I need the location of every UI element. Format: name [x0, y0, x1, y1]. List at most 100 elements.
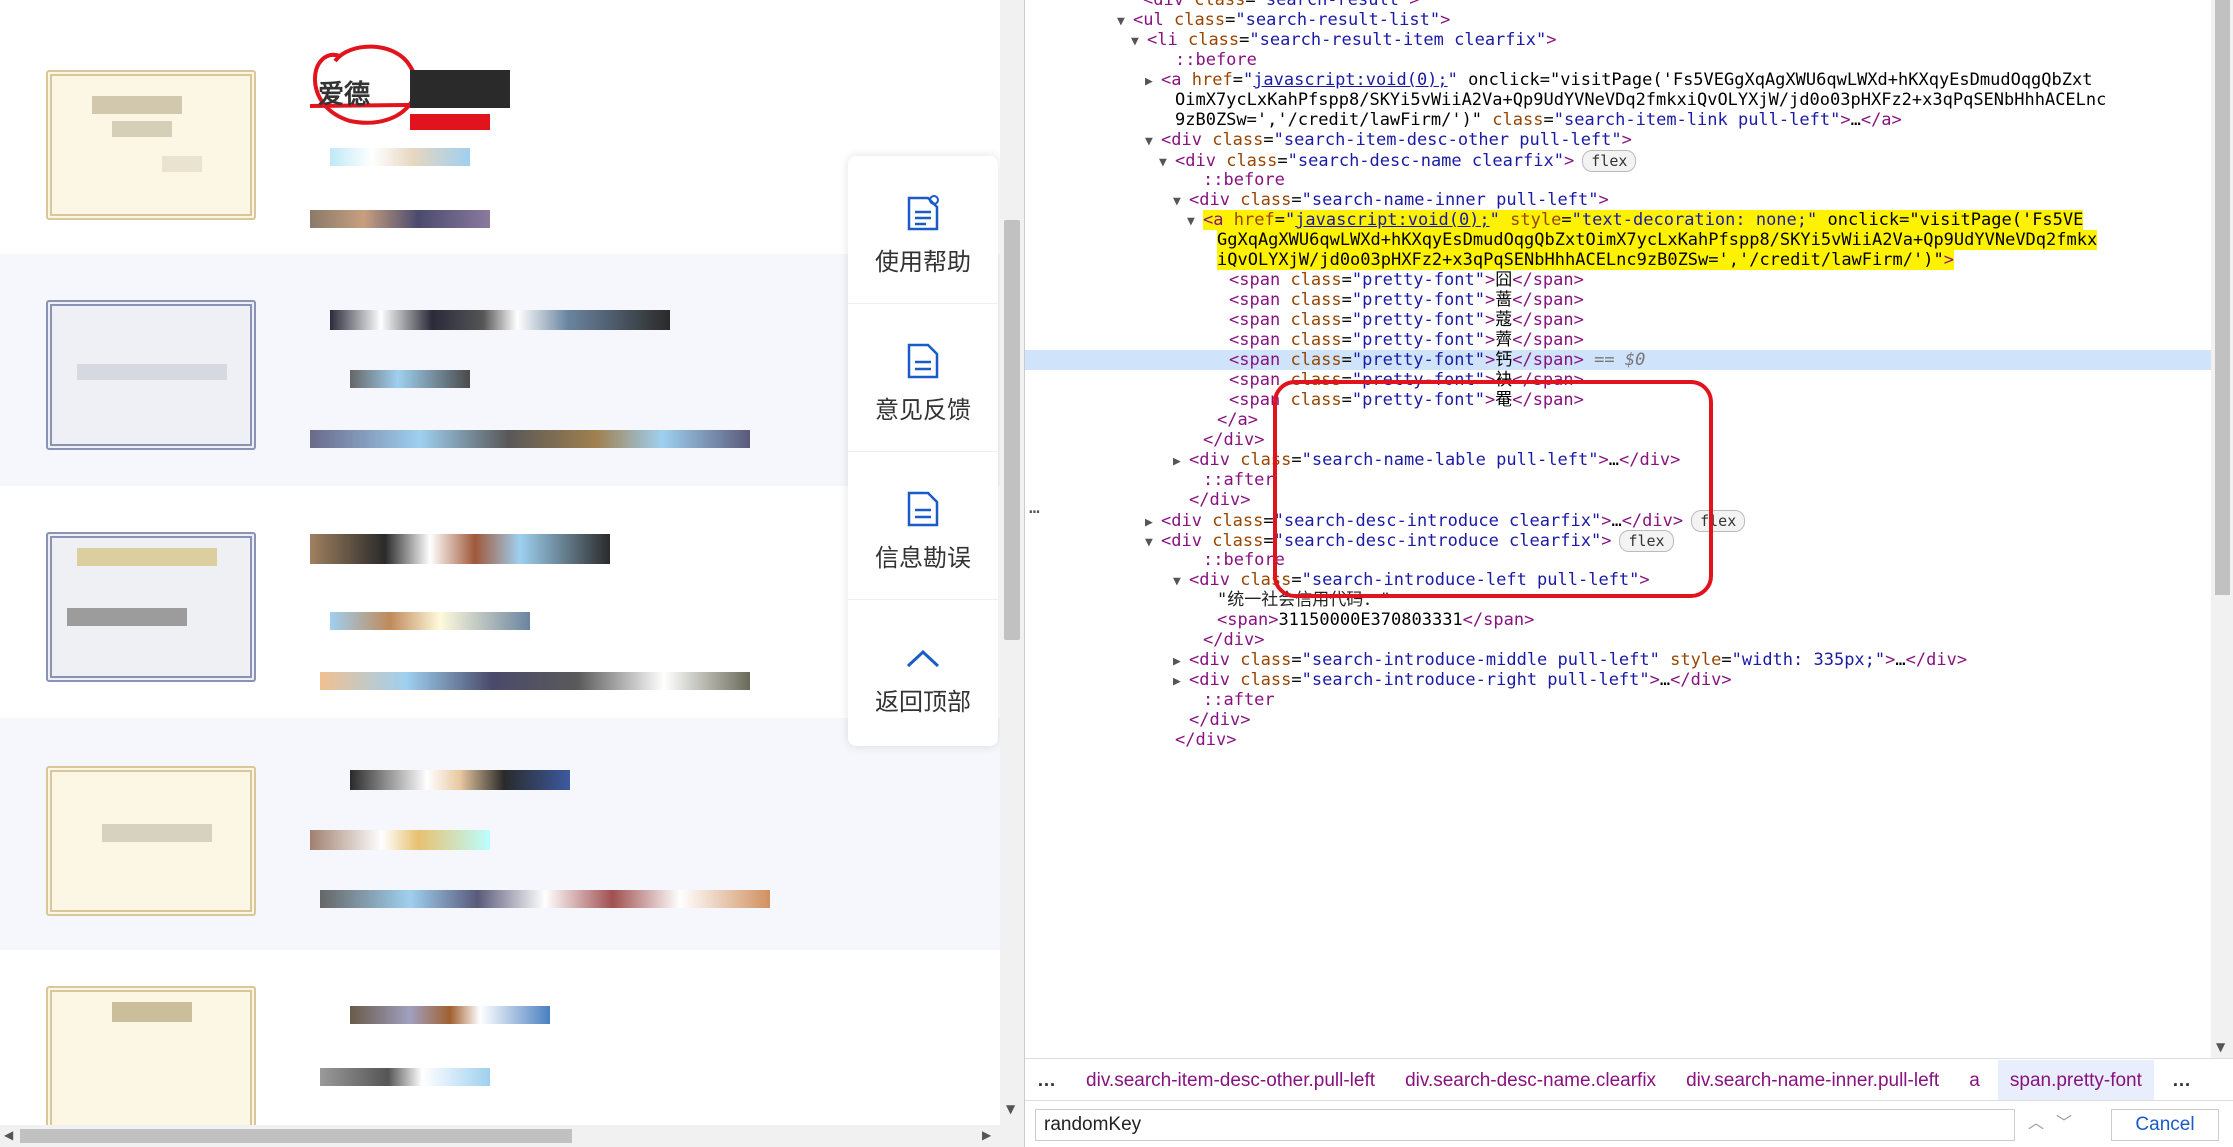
- scrollbar-thumb[interactable]: [1004, 220, 1020, 640]
- breadcrumb-ellipsis[interactable]: …: [1025, 1060, 1068, 1100]
- collapse-toggle-icon[interactable]: ▶: [1173, 652, 1189, 672]
- scrollbar-thumb[interactable]: [2215, 0, 2230, 595]
- dom-node[interactable]: ▶ <a href="javascript:void(0);" onclick="…: [1025, 70, 2211, 90]
- dom-node-text: <ul class="search-result-list">: [1133, 10, 1451, 30]
- flex-badge[interactable]: flex: [1582, 150, 1637, 172]
- search-next-icon[interactable]: ﹀: [2056, 1109, 2072, 1133]
- help-doc-icon: [907, 195, 939, 231]
- expand-toggle-icon[interactable]: ▼: [1117, 12, 1133, 32]
- back-to-top-button[interactable]: 返回顶部: [848, 600, 998, 748]
- redacted-text: [320, 1068, 490, 1086]
- result-item-5[interactable]: [0, 950, 1000, 1147]
- cancel-button[interactable]: Cancel: [2111, 1109, 2219, 1141]
- breadcrumb-item[interactable]: a: [1957, 1060, 1992, 1100]
- breadcrumb-more[interactable]: …: [2160, 1060, 2203, 1100]
- expand-toggle-icon[interactable]: ▼: [1173, 192, 1189, 212]
- help-label: 使用帮助: [875, 248, 971, 276]
- breadcrumb-item[interactable]: div.search-item-desc-other.pull-left: [1074, 1060, 1387, 1100]
- dom-node-text: ::before: [1175, 50, 1257, 70]
- dom-node[interactable]: ▼ <a href="javascript:void(0);" style="te…: [1025, 210, 2211, 230]
- result-title[interactable]: 爱德: [318, 74, 370, 111]
- dom-node[interactable]: iQvOLYXjW/jd0o03pHXFz2+x3qPqSENbHhhACELn…: [1025, 250, 2211, 270]
- dom-node[interactable]: <span>31150000E370803331</span>: [1025, 610, 2211, 630]
- dom-node[interactable]: ::before: [1025, 50, 2211, 70]
- dom-node-text: </div>: [1175, 730, 1237, 750]
- more-actions-icon[interactable]: …: [1029, 497, 1040, 518]
- redacted-text: [350, 770, 570, 790]
- help-button[interactable]: 使用帮助: [848, 156, 998, 304]
- dom-node-text: </div>: [1203, 630, 1265, 650]
- feedback-label: 意见反馈: [875, 396, 971, 424]
- certificate-thumbnail: [46, 986, 256, 1136]
- feedback-button[interactable]: 意见反馈: [848, 304, 998, 452]
- correction-doc-icon: [907, 491, 939, 527]
- redacted-text: [310, 430, 750, 448]
- dom-node[interactable]: GgXqAgXWU6qwLWXd+hKXqyEsDmudOqgQbZxtOimX…: [1025, 230, 2211, 250]
- red-box-annotation: [1273, 380, 1713, 598]
- dom-node-text: <div class="search-desc-name clearfix">: [1175, 151, 1575, 171]
- horizontal-scrollbar[interactable]: ◀ ▶: [0, 1125, 1000, 1147]
- dom-node-text: <a href="javascript:void(0);" onclick="v…: [1161, 70, 2093, 90]
- dom-node[interactable]: ▶ <div class="search-introduce-middle pul…: [1025, 650, 2211, 670]
- search-prev-icon[interactable]: ︿: [2028, 1109, 2044, 1133]
- dom-search-bar: ︿ ﹀ Cancel: [1025, 1100, 2233, 1147]
- dom-node[interactable]: ▼ <div class="search-name-inner pull-left…: [1025, 190, 2211, 210]
- correction-button[interactable]: 信息勘误: [848, 452, 998, 600]
- expand-toggle-icon[interactable]: ▼: [1173, 572, 1189, 592]
- dom-node[interactable]: ▼ <div class="search-desc-name clearfix">…: [1025, 150, 2211, 172]
- expand-toggle-icon[interactable]: ▼: [1187, 212, 1203, 232]
- dom-node[interactable]: ::before: [1025, 170, 2211, 190]
- expand-toggle-icon[interactable]: ▼: [1145, 132, 1161, 152]
- scroll-down-icon[interactable]: ▼: [1006, 1102, 1015, 1116]
- collapse-toggle-icon[interactable]: ▶: [1173, 672, 1189, 692]
- expand-toggle-icon[interactable]: ▼: [1131, 32, 1147, 52]
- scroll-right-icon[interactable]: ▶: [982, 1128, 991, 1142]
- back-to-top-label: 返回顶部: [875, 688, 971, 716]
- dom-node-text: </div>: [1189, 490, 1251, 510]
- scroll-down-icon[interactable]: ▼: [2216, 1040, 2225, 1054]
- dom-node[interactable]: ▼ <ul class="search-result-list">: [1025, 10, 2211, 30]
- dom-node-text: <div class="search-introduce-middle pull…: [1189, 650, 1968, 670]
- search-input[interactable]: [1035, 1109, 2015, 1141]
- dom-node[interactable]: OimX7ycLxKahPfspp8/SKYi5vWiiA2Va+Qp9UdYV…: [1025, 90, 2211, 110]
- devtools-elements-panel: <div class="search-result"> ▼ <ul class="s…: [1024, 0, 2233, 1147]
- page-vertical-scrollbar[interactable]: ▼: [1000, 0, 1024, 1147]
- dom-node-text: <li class="search-result-item clearfix">: [1147, 30, 1557, 50]
- redacted-text: [310, 534, 610, 564]
- dom-node-text: ::after: [1203, 470, 1275, 490]
- dom-node[interactable]: ▶ <div class="search-introduce-right pull…: [1025, 670, 2211, 690]
- devtools-vertical-scrollbar[interactable]: ▼: [2211, 0, 2233, 1058]
- certificate-thumbnail: [46, 300, 256, 450]
- breadcrumb-item-selected[interactable]: span.pretty-font: [1997, 1060, 2154, 1100]
- dom-node-text: </a>: [1217, 410, 1258, 430]
- redacted-text: [320, 672, 750, 690]
- dom-node[interactable]: </div>: [1025, 710, 2211, 730]
- dom-node-text: <span>31150000E370803331</span>: [1217, 610, 1535, 630]
- dom-node[interactable]: ▼ <div class="search-item-desc-other pull…: [1025, 130, 2211, 150]
- certificate-thumbnail: [46, 766, 256, 916]
- breadcrumb-item[interactable]: div.search-desc-name.clearfix: [1393, 1060, 1668, 1100]
- certificate-thumbnail: [46, 70, 256, 220]
- dom-node[interactable]: ▼ <li class="search-result-item clearfix"…: [1025, 30, 2211, 50]
- dom-node[interactable]: <span class="pretty-font">囧</span>: [1025, 270, 2211, 290]
- dom-node[interactable]: 9zB0ZSw=','/credit/lawFirm/')" class="se…: [1025, 110, 2211, 130]
- result-item-4[interactable]: [0, 718, 1000, 950]
- collapse-toggle-icon[interactable]: ▶: [1145, 72, 1161, 92]
- dom-node-text: </div>: [1189, 710, 1251, 730]
- certificate-thumbnail: [46, 532, 256, 682]
- scroll-left-icon[interactable]: ◀: [4, 1128, 13, 1142]
- redacted-text: [310, 830, 490, 850]
- dom-node-text: OimX7ycLxKahPfspp8/SKYi5vWiiA2Va+Qp9UdYV…: [1175, 90, 2107, 110]
- dom-node[interactable]: <div class="search-result">: [1025, 0, 2211, 10]
- collapse-toggle-icon[interactable]: ▶: [1173, 452, 1189, 472]
- breadcrumb-item[interactable]: div.search-name-inner.pull-left: [1674, 1060, 1951, 1100]
- dom-node[interactable]: </div>: [1025, 630, 2211, 650]
- dom-node-text: 9zB0ZSw=','/credit/lawFirm/')" class="se…: [1175, 110, 1902, 130]
- breadcrumb: … div.search-item-desc-other.pull-left d…: [1025, 1058, 2233, 1100]
- dom-node-text: </div>: [1203, 430, 1265, 450]
- dom-node[interactable]: </div>: [1025, 730, 2211, 750]
- scrollbar-thumb[interactable]: [20, 1129, 572, 1143]
- redacted-text: [320, 890, 770, 908]
- dom-node[interactable]: ::after: [1025, 690, 2211, 710]
- redacted-text: [310, 210, 490, 228]
